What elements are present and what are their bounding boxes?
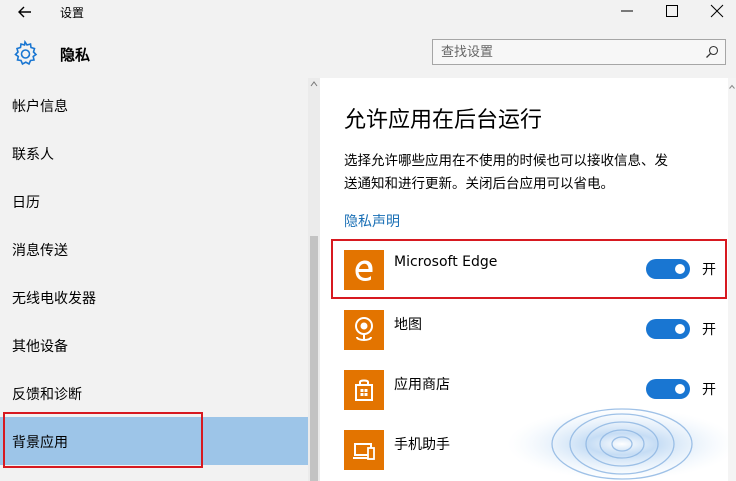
app-row-maps: 地图 开: [344, 310, 724, 354]
sidebar-item-label: 联系人: [12, 147, 54, 163]
sidebar: 帐户信息 联系人 日历 消息传送 无线电收发器 其他设备 反馈和诊断 背景应用: [0, 78, 308, 481]
description-line: 送通知和进行更新。关闭后台应用可以省电。: [344, 176, 614, 192]
app-row-store: 应用商店 开: [344, 370, 724, 414]
background-toggle[interactable]: [646, 319, 690, 339]
description-line: 选择允许哪些应用在不使用的时候也可以接收信息、发: [344, 153, 668, 169]
sidebar-item-label: 消息传送: [12, 243, 68, 259]
minimize-icon[interactable]: [620, 4, 634, 18]
edge-icon: [355, 260, 373, 281]
gear-icon: [14, 40, 38, 66]
toggle-state-label: 开: [702, 382, 716, 398]
title-bar: 设置: [0, 0, 736, 26]
sidebar-item-radios[interactable]: 无线电收发器: [0, 273, 308, 321]
maps-icon: [355, 317, 373, 341]
search-box[interactable]: [432, 39, 726, 65]
toggle-state-label: 开: [702, 262, 716, 278]
scroll-up-arrow-icon[interactable]: [729, 84, 735, 90]
main-scrollbar[interactable]: [728, 78, 736, 481]
app-name: 应用商店: [394, 377, 450, 393]
app-tile: [344, 370, 384, 410]
section-description: 选择允许哪些应用在不使用的时候也可以接收信息、发 送通知和进行更新。关闭后台应用…: [344, 150, 714, 196]
sidebar-item-messaging[interactable]: 消息传送: [0, 225, 308, 273]
sidebar-item-label: 无线电收发器: [12, 291, 96, 307]
background-toggle[interactable]: [646, 259, 690, 279]
search-icon[interactable]: [705, 45, 719, 59]
app-row-phone-companion: 手机助手: [344, 430, 724, 474]
sidebar-item-contacts[interactable]: 联系人: [0, 129, 308, 177]
sidebar-item-other-devices[interactable]: 其他设备: [0, 321, 308, 369]
privacy-statement-link[interactable]: 隐私声明: [344, 211, 400, 231]
app-tile: [344, 250, 384, 290]
scroll-up-arrow-icon[interactable]: [310, 80, 318, 88]
app-name: 地图: [394, 317, 422, 333]
app-row-microsoft-edge: Microsoft Edge 开: [344, 250, 724, 294]
sidebar-item-label: 其他设备: [12, 339, 68, 355]
sidebar-item-label: 日历: [12, 195, 40, 211]
section-title: 允许应用在后台运行: [344, 108, 543, 133]
sidebar-item-background-apps[interactable]: 背景应用: [0, 417, 308, 465]
sidebar-scrollbar-thumb[interactable]: [310, 236, 318, 481]
back-arrow-icon[interactable]: [16, 3, 34, 21]
main-panel: 允许应用在后台运行 选择允许哪些应用在不使用的时候也可以接收信息、发 送通知和进…: [320, 78, 736, 481]
app-name: Microsoft Edge: [394, 254, 498, 270]
app-tile: [344, 310, 384, 350]
page-title: 隐私: [60, 46, 91, 64]
search-input[interactable]: [441, 43, 691, 61]
store-icon: [355, 379, 373, 401]
phone-companion-icon: [353, 443, 375, 460]
sidebar-item-label: 背景应用: [12, 435, 68, 451]
sidebar-item-feedback[interactable]: 反馈和诊断: [0, 369, 308, 417]
toggle-state-label: 开: [702, 322, 716, 338]
app-tile: [344, 430, 384, 470]
window-title: 设置: [60, 6, 85, 20]
sidebar-item-label: 反馈和诊断: [12, 387, 82, 403]
sidebar-item-calendar[interactable]: 日历: [0, 177, 308, 225]
maximize-icon[interactable]: [665, 4, 679, 18]
page-header: 隐私: [0, 26, 736, 78]
toggle-knob: [675, 264, 685, 274]
sidebar-item-label: 帐户信息: [12, 99, 68, 115]
sidebar-item-account-info[interactable]: 帐户信息: [0, 81, 308, 129]
app-name: 手机助手: [394, 437, 450, 453]
background-toggle[interactable]: [646, 379, 690, 399]
toggle-knob: [675, 324, 685, 334]
close-icon[interactable]: [710, 4, 724, 18]
toggle-knob: [675, 384, 685, 394]
